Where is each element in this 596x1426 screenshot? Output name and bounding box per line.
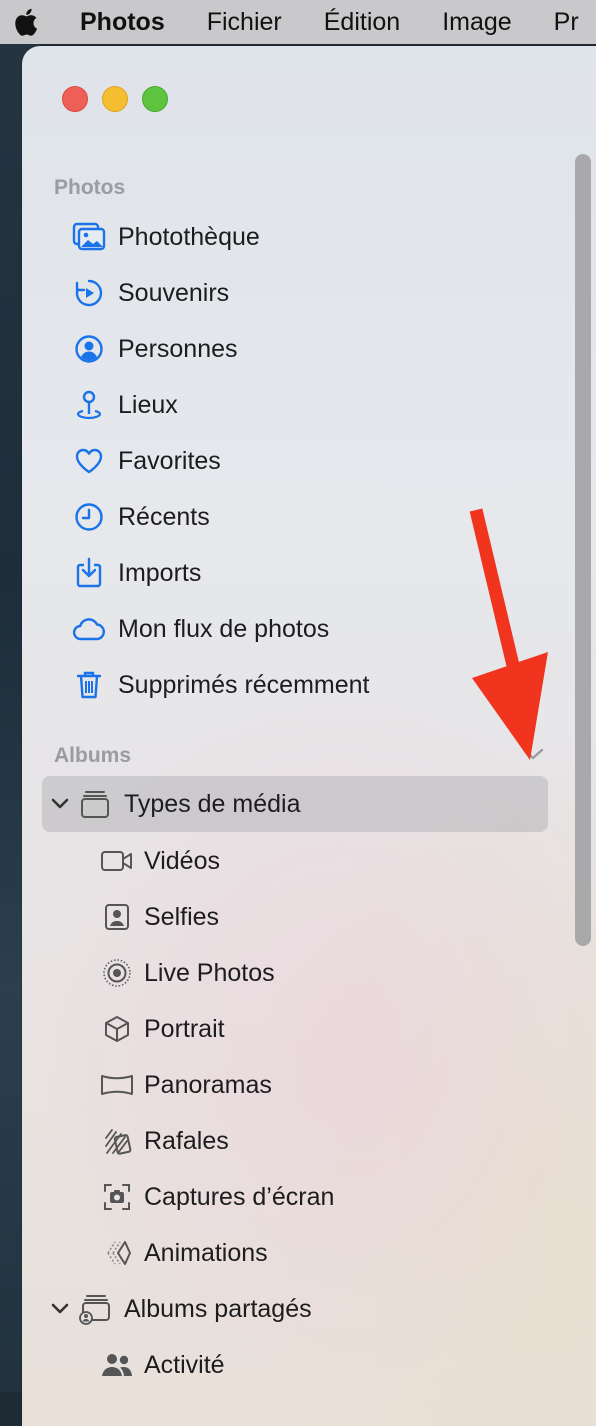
menu-fichier[interactable]: Fichier [207, 8, 282, 37]
sidebar-item-label: Portrait [144, 1014, 225, 1043]
trash-icon [72, 668, 106, 702]
sidebar-scrollbar[interactable] [575, 154, 591, 946]
screenshot-icon [100, 1180, 134, 1214]
sidebar-item-albums-partages[interactable]: Albums partagés [42, 1281, 548, 1337]
sidebar-item-label: Mon flux de photos [118, 614, 330, 643]
sidebar-item-label: Rafales [144, 1126, 229, 1155]
sidebar-item-label: Vidéos [144, 846, 220, 875]
menu-app-name[interactable]: Photos [80, 8, 165, 37]
sidebar-item-label: Live Photos [144, 958, 275, 987]
sidebar-item-label: Selfies [144, 902, 220, 931]
sidebar-item-live-photos[interactable]: Live Photos [42, 945, 548, 1001]
sidebar-item-panoramas[interactable]: Panoramas [42, 1057, 548, 1113]
sidebar-item-souvenirs[interactable]: Souvenirs [42, 265, 548, 321]
sidebar-item-label: Types de média [124, 789, 301, 818]
import-tray-icon [72, 556, 106, 590]
sidebar-item-activite[interactable]: Activité [42, 1337, 548, 1393]
panorama-icon [100, 1068, 134, 1102]
sidebar-item-label: Souvenirs [118, 278, 230, 307]
person-circle-icon [72, 332, 106, 366]
burst-icon [100, 1124, 134, 1158]
sidebar-item-label: Photothèque [118, 222, 260, 251]
sidebar-item-label: Animations [144, 1238, 268, 1267]
menu-bar: Photos Fichier Édition Image Pr [0, 0, 596, 44]
minimize-button[interactable] [102, 86, 128, 112]
sidebar-item-portrait[interactable]: Portrait [42, 1001, 548, 1057]
zoom-button[interactable] [142, 86, 168, 112]
sidebar-item-label: Lieux [118, 390, 178, 419]
close-button[interactable] [62, 86, 88, 112]
sidebar-item-videos[interactable]: Vidéos [42, 833, 548, 889]
menu-presentation[interactable]: Pr [554, 8, 579, 37]
shared-album-icon [78, 1292, 112, 1326]
live-photo-icon [100, 956, 134, 990]
chevron-down-icon[interactable] [50, 1302, 70, 1316]
menu-edition[interactable]: Édition [324, 8, 400, 37]
cloud-icon [72, 612, 106, 646]
video-camera-icon [100, 844, 134, 878]
sidebar-item-types-de-media[interactable]: Types de média [42, 776, 548, 832]
sidebar-item-rafales[interactable]: Rafales [42, 1113, 548, 1169]
sidebar-item-captures[interactable]: Captures d’écran [42, 1169, 548, 1225]
sidebar-item-label: Imports [118, 558, 202, 587]
photo-library-icon [72, 220, 106, 254]
cube-icon [100, 1012, 134, 1046]
chevron-down-icon[interactable] [50, 797, 70, 811]
sidebar-item-label: Activité [144, 1350, 225, 1379]
sidebar-item-lieux[interactable]: Lieux [42, 377, 548, 433]
sidebar-item-label: Récents [118, 502, 210, 531]
sidebar-item-label: Captures d’écran [144, 1182, 335, 1211]
sidebar-item-label: Albums partagés [124, 1294, 312, 1323]
sidebar-item-label: Panoramas [144, 1070, 272, 1099]
sidebar-item-label: Personnes [118, 334, 238, 363]
menu-image[interactable]: Image [442, 8, 511, 37]
stack-icon [78, 787, 112, 821]
people-icon [100, 1348, 134, 1382]
section-header-albums: Albums [54, 744, 132, 767]
selfie-icon [100, 900, 134, 934]
sidebar-item-phototheque[interactable]: Photothèque [42, 209, 548, 265]
section-header-photos: Photos [54, 176, 126, 199]
memories-icon [72, 276, 106, 310]
apple-logo-icon[interactable] [12, 7, 38, 37]
animation-icon [100, 1236, 134, 1270]
sidebar-item-selfies[interactable]: Selfies [42, 889, 548, 945]
map-pin-icon [72, 388, 106, 422]
sidebar-item-personnes[interactable]: Personnes [42, 321, 548, 377]
annotation-arrow-icon [469, 508, 548, 760]
sidebar-item-label: Favorites [118, 446, 221, 475]
heart-icon [72, 444, 106, 478]
clock-icon [72, 500, 106, 534]
sidebar-item-animations[interactable]: Animations [42, 1225, 548, 1281]
sidebar-item-label: Supprimés récemment [118, 670, 370, 699]
